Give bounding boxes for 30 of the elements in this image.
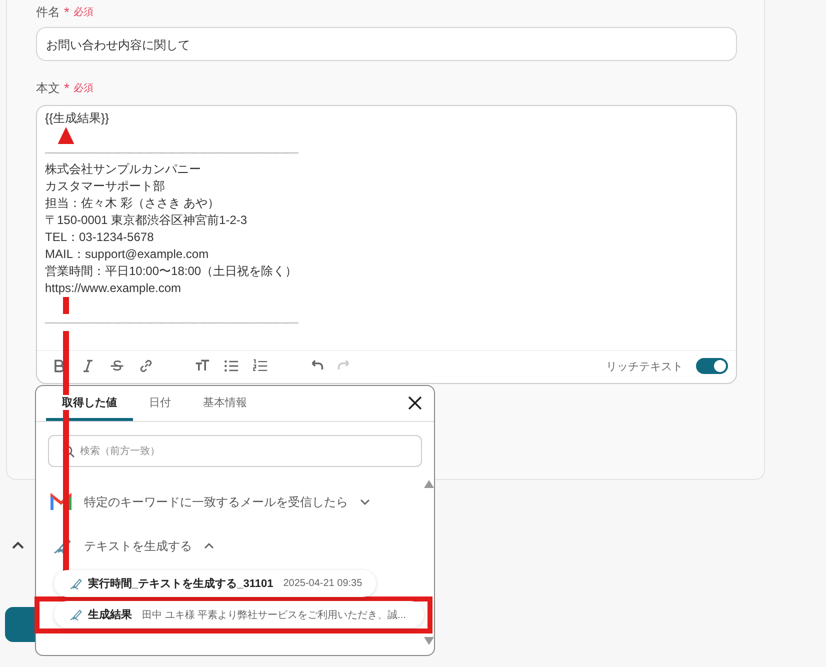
numbers-icon[interactable] xyxy=(252,358,268,374)
chevron-up-icon[interactable] xyxy=(204,541,214,551)
search-field[interactable]: 検索（前方一致） xyxy=(48,435,422,467)
pen-icon xyxy=(68,608,82,622)
group-title: 特定のキーワードに一致するメールを受信したら xyxy=(84,494,348,510)
tab[interactable]: 日付 xyxy=(133,386,187,421)
tab[interactable]: 基本情報 xyxy=(187,386,263,421)
value-item[interactable]: 実行時間_テキストを生成する_31101 2025-04-21 09:35 xyxy=(54,570,376,597)
bullets-icon[interactable] xyxy=(223,358,239,374)
scroll-down-icon[interactable] xyxy=(424,637,434,645)
close-icon[interactable] xyxy=(408,396,422,410)
field-label: 本文 xyxy=(36,80,60,96)
body-editor[interactable] xyxy=(36,105,737,384)
value-preview: 田中 ユキ様 平素より弊社サービスをご利用いただき、誠... xyxy=(142,608,406,622)
required-mark: * xyxy=(64,80,70,96)
field-label: 件名 xyxy=(36,4,60,20)
required-mark: * xyxy=(64,4,70,20)
value-preview: 2025-04-21 09:35 xyxy=(283,578,362,589)
subject-field[interactable]: お問い合わせ内容に関して xyxy=(36,27,737,61)
value-name: 実行時間_テキストを生成する_31101 xyxy=(88,576,274,591)
group-title: テキストを生成する xyxy=(84,538,192,554)
chevron-down-icon[interactable] xyxy=(360,497,370,507)
required-text: 必須 xyxy=(73,6,94,19)
rich-text-toggle[interactable] xyxy=(696,358,728,374)
value-item[interactable]: 生成結果 田中 ユキ様 平素より弊社サービスをご利用いただき、誠... xyxy=(54,601,424,628)
required-text: 必須 xyxy=(73,82,94,95)
rich-text-label: リッチテキスト xyxy=(606,360,683,374)
pen-icon xyxy=(68,576,82,590)
value-name: 生成結果 xyxy=(88,608,132,622)
link-icon[interactable] xyxy=(138,358,154,374)
